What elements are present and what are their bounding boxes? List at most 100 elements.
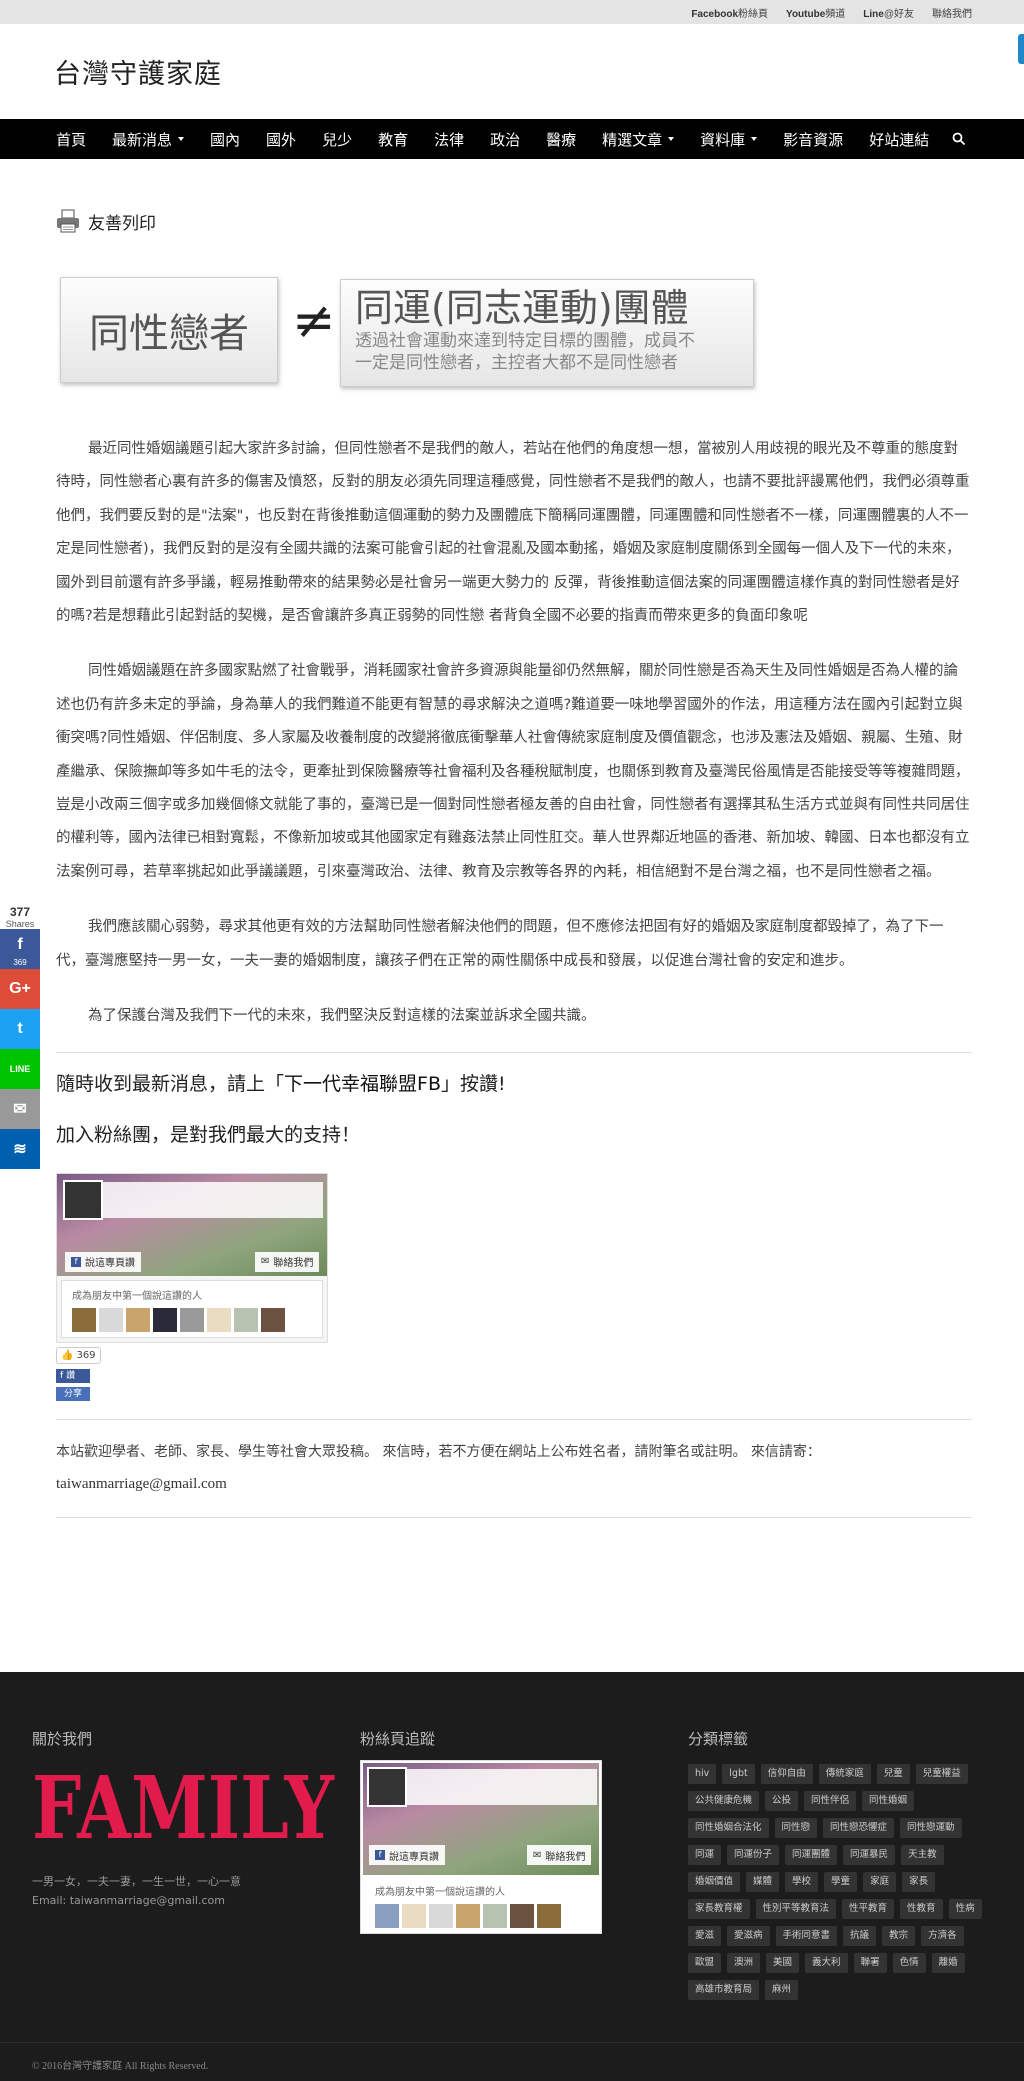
tag-link[interactable]: 兒童 [876,1764,910,1784]
tag-link[interactable]: 學童 [824,1872,858,1892]
tag-link[interactable]: 方濟各 [921,1926,964,1946]
tag-link[interactable]: 同運份子 [727,1845,780,1865]
tag-link[interactable]: 同性戀恐懼症 [823,1818,895,1838]
tag-link[interactable]: 離婚 [931,1953,965,1973]
tag-link[interactable]: 性平教育 [842,1899,895,1919]
tag-link[interactable]: 同運團體 [785,1845,838,1865]
footer-facebook-widget[interactable]: f 說這專頁讚 ✉ 聯絡我們 成為朋友中第一個說這讚的人 [360,1760,602,1934]
nav-item[interactable]: 資料庫 [700,129,758,150]
facebook-page-widget[interactable]: f 說這專頁讚 ✉ 聯絡我們 成為朋友中第一個說這讚的人 [56,1172,328,1343]
sumome-share-button[interactable]: ≋ [0,1129,40,1169]
friend-avatar[interactable] [153,1307,177,1332]
nav-item[interactable]: 政治 [490,129,520,150]
tag-link[interactable]: 同運暴民 [843,1845,896,1865]
tag-link[interactable]: 美國 [766,1953,800,1973]
tag-link[interactable]: 家長教育權 [688,1899,750,1919]
tag-link[interactable]: 同性婚姻 [862,1791,915,1811]
tag-link[interactable]: hiv [688,1764,717,1784]
tag-link[interactable]: 同性戀運動 [900,1818,962,1838]
site-title[interactable]: 台灣守護家庭 [54,52,222,91]
tag-link[interactable]: 傳統家庭 [818,1764,871,1784]
nav-item[interactable]: 法律 [434,129,464,150]
friend-avatar[interactable] [510,1904,534,1928]
nav-item[interactable]: 最新消息 [112,129,185,150]
tag-link[interactable]: 家庭 [863,1872,897,1892]
tag-link[interactable]: 愛滋病 [727,1926,770,1946]
tag-link[interactable]: 抗議 [843,1926,877,1946]
tag-link[interactable]: 婚姻價值 [688,1872,741,1892]
friend-avatar[interactable] [207,1307,231,1332]
tag-link[interactable]: 信仰自由 [760,1764,813,1784]
tag-link[interactable]: 公投 [765,1791,799,1811]
googleplus-share-button[interactable]: G+ [0,969,40,1009]
fb-like-page-button[interactable]: f 說這專頁讚 [369,1845,445,1865]
tag-link[interactable]: 高雄市教育局 [688,1980,760,2000]
topbar-link[interactable]: Youtube頻道 [786,5,845,20]
tag-link[interactable]: 愛滋 [688,1926,722,1946]
print-label[interactable]: 友善列印 [88,209,156,234]
tag-link[interactable]: 學校 [785,1872,819,1892]
tag-link[interactable]: 同運 [688,1845,722,1865]
fb-contact-button[interactable]: ✉ 聯絡我們 [527,1845,592,1865]
search-icon[interactable] [952,132,966,146]
topbar-link[interactable]: Facebook粉絲頁 [691,5,768,20]
twitter-share-button[interactable]: t [0,1009,40,1049]
tag-link[interactable]: 聯署 [853,1953,887,1973]
tag-link[interactable]: 性病 [948,1899,982,1919]
friend-avatar[interactable] [261,1307,285,1332]
nav-item[interactable]: 精選文章 [602,129,675,150]
tag-link[interactable]: 同性婚姻合法化 [688,1818,769,1838]
fb-page-avatar[interactable] [63,1179,103,1220]
tag-link[interactable]: 同性戀 [774,1818,818,1838]
friend-avatar[interactable] [375,1904,399,1928]
tag-link[interactable]: 麻州 [765,1980,799,2000]
fb-like-page-button[interactable]: f 說這專頁讚 [65,1251,141,1272]
nav-item[interactable]: 國外 [266,129,296,150]
topbar-link[interactable]: Line@好友 [863,5,914,20]
fb-like-button[interactable]: f讚 [56,1368,90,1383]
friend-avatar[interactable] [402,1904,426,1928]
fb-contact-button[interactable]: ✉ 聯絡我們 [255,1251,320,1272]
tag-link[interactable]: lgbt [722,1764,755,1784]
tag-link[interactable]: 公共健康危機 [688,1791,760,1811]
friend-avatar[interactable] [537,1904,561,1928]
nav-item[interactable]: 好站連結 [869,129,929,150]
friend-avatar[interactable] [180,1307,204,1332]
friend-avatar[interactable] [456,1904,480,1928]
contribution-email[interactable]: taiwanmarriage@gmail.com [56,1476,972,1493]
friend-avatar[interactable] [483,1904,507,1928]
fb-cta-link[interactable]: 下一代幸福聯盟FB [284,1073,441,1095]
nav-item[interactable]: 兒少 [322,129,352,150]
tag-link[interactable]: 義大利 [805,1953,848,1973]
nav-item[interactable]: 影音資源 [783,129,843,150]
friend-avatar[interactable] [126,1307,150,1332]
friend-avatar[interactable] [429,1904,453,1928]
facebook-share-button[interactable]: f 369 [0,929,40,969]
friend-avatar[interactable] [99,1307,123,1332]
email-share-button[interactable]: ✉ [0,1089,40,1129]
tag-link[interactable]: 性別平等教育法 [755,1899,837,1919]
tag-link[interactable]: 手術同意書 [775,1926,838,1946]
nav-item[interactable]: 醫療 [546,129,576,150]
tag-link[interactable]: 兒童權益 [915,1764,968,1784]
nav-item[interactable]: 首頁 [56,129,86,150]
fb-page-avatar[interactable] [367,1767,407,1807]
tag-link[interactable]: 媒體 [746,1872,780,1892]
tag-link[interactable]: 天主教 [901,1845,944,1865]
tag-link[interactable]: 家長 [902,1872,936,1892]
about-email[interactable]: Email: taiwanmarriage@gmail.com [32,1891,241,1910]
tag-link[interactable]: 教宗 [882,1926,916,1946]
fb-share-button[interactable]: 分享 [56,1386,90,1401]
friend-avatar[interactable] [72,1307,96,1332]
nav-item[interactable]: 國內 [210,129,240,150]
tag-link[interactable]: 同性伴侶 [804,1791,857,1811]
print-friendly-link[interactable]: 友善列印 [56,205,972,237]
side-feedback-tab[interactable] [1018,34,1024,64]
tag-link[interactable]: 澳洲 [727,1953,761,1973]
tag-link[interactable]: 性教育 [900,1899,943,1919]
line-share-button[interactable]: LINE [0,1049,40,1089]
friend-avatar[interactable] [234,1307,258,1332]
tag-link[interactable]: 色情 [892,1953,926,1973]
topbar-link[interactable]: 聯絡我們 [932,5,972,20]
nav-item[interactable]: 教育 [378,129,408,150]
